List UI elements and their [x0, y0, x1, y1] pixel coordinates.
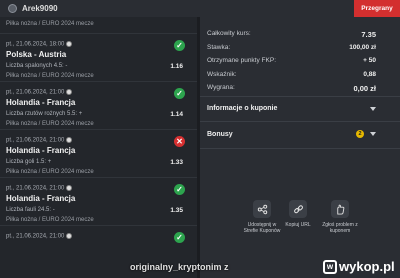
won-icon: ✓	[174, 88, 185, 99]
summary-label: Wygrana:	[207, 84, 235, 91]
bet-date: pt., 21.06.2024, 21:00	[6, 233, 73, 240]
summary-label: Wskaźnik:	[207, 71, 237, 78]
divider	[200, 96, 400, 97]
username: Arek9090	[22, 4, 58, 13]
action-label: Udostępnij w Strefie Kuponów	[243, 222, 281, 235]
wykop-icon: w	[323, 259, 337, 274]
bet-league: Piłka nożna / EURO 2024 mecze	[6, 169, 94, 175]
bet-market: Liczba rzutów rożnych 5.5: +	[6, 111, 83, 117]
bet-item[interactable]: pt., 21.06.2024, 21:00 Holandia - Francj…	[0, 130, 197, 178]
bet-list[interactable]: Piłka nożna / EURO 2024 mecze pt., 21.06…	[0, 17, 197, 278]
summary-row: Całkowity kurs: 7.35	[207, 30, 376, 39]
summary-value: 0,00 zł	[353, 84, 376, 93]
bet-item[interactable]: pt., 21.06.2024, 21:00 Holandia - Francj…	[0, 178, 197, 226]
summary-value: 100,00 zł	[349, 44, 376, 51]
bet-date: pt., 21.06.2024, 21:00	[6, 185, 73, 192]
report-problem-button[interactable]: Zgłoś problem z kuponem	[320, 200, 360, 235]
summary-row: Wygrana: 0,00 zł	[207, 84, 376, 93]
chevron-down-icon	[370, 106, 376, 111]
football-icon	[66, 137, 73, 143]
summary-value: 7.35	[361, 30, 376, 39]
status-badge: Przegrany	[354, 0, 400, 17]
copy-url-button[interactable]: Kopiuj URL	[278, 200, 318, 228]
bet-date: pt., 21.06.2024, 21:00	[6, 137, 73, 144]
user-header: Arek9090	[0, 0, 200, 17]
divider	[200, 121, 400, 122]
wykop-site: wykop.pl	[339, 259, 395, 274]
bet-match: Holandia - Francja	[6, 146, 76, 155]
football-icon	[66, 233, 73, 239]
bonus-count-badge: 2	[356, 130, 364, 138]
bet-odd: 1.14	[170, 111, 183, 118]
coupon-info-toggle[interactable]: Informacje o kuponie	[207, 105, 376, 112]
summary-row: Otrzymane punkty FKP: + 50	[207, 57, 376, 64]
section-title: Informacje o kuponie	[207, 105, 278, 112]
bet-league: Piłka nożna / EURO 2024 mecze	[6, 217, 94, 223]
bet-date: pt., 21.06.2024, 18:00	[6, 41, 73, 48]
summary-row: Wskaźnik: 0,88	[207, 71, 376, 78]
wykop-logo: w wykop.pl	[323, 259, 395, 274]
chevron-down-icon	[370, 132, 376, 136]
bet-market: Liczba fauli 24.5: -	[6, 207, 55, 213]
bet-match: Holandia - Francja	[6, 98, 76, 107]
lost-icon: ✕	[174, 136, 185, 147]
coupon-summary-panel: Przegrany Całkowity kurs: 7.35 Stawka: 1…	[200, 0, 400, 278]
summary-value: + 50	[363, 57, 376, 64]
bet-league: Piłka nożna / EURO 2024 mecze	[6, 21, 94, 27]
bet-date: pt., 21.06.2024, 21:00	[6, 89, 73, 96]
report-icon	[331, 200, 349, 218]
section-title: Bonusy	[207, 130, 233, 138]
summary-value: 0,88	[363, 71, 376, 78]
bet-odd: 1.33	[170, 159, 183, 166]
summary-label: Otrzymane punkty FKP:	[207, 57, 276, 64]
bet-item[interactable]: pt., 21.06.2024, 18:00 Polska - Austria …	[0, 34, 197, 82]
bet-odd: 1.16	[170, 63, 183, 70]
bet-league: Piłka nożna / EURO 2024 mecze	[6, 73, 94, 79]
won-icon: ✓	[174, 232, 185, 243]
bet-item[interactable]: Piłka nożna / EURO 2024 mecze	[0, 17, 197, 34]
avatar-icon	[8, 4, 17, 13]
summary-row: Stawka: 100,00 zł	[207, 44, 376, 51]
action-label: Zgłoś problem z kuponem	[322, 222, 358, 235]
football-icon	[66, 185, 73, 191]
bonuses-toggle[interactable]: Bonusy 2	[207, 130, 376, 138]
bet-market: Liczba goli 1.5: +	[6, 159, 52, 165]
bet-item[interactable]: pt., 21.06.2024, 21:00 Holandia - Francj…	[0, 82, 197, 130]
won-icon: ✓	[174, 40, 185, 51]
link-icon	[289, 200, 307, 218]
divider	[200, 148, 400, 149]
share-icon	[253, 200, 271, 218]
action-label: Kopiuj URL	[285, 222, 311, 228]
bet-match: Holandia - Francja	[6, 194, 76, 203]
won-icon: ✓	[174, 184, 185, 195]
football-icon	[66, 41, 73, 47]
football-icon	[66, 89, 73, 95]
share-button[interactable]: Udostępnij w Strefie Kuponów	[242, 200, 282, 235]
bet-league: Piłka nożna / EURO 2024 mecze	[6, 121, 94, 127]
watermark-text: originalny_kryptonim z	[130, 262, 229, 272]
bet-odd: 1.35	[170, 207, 183, 214]
bet-market: Liczba spalonych 4.5: -	[6, 63, 68, 69]
bet-match: Polska - Austria	[6, 50, 67, 59]
summary-label: Stawka:	[207, 44, 231, 51]
summary-label: Całkowity kurs:	[207, 30, 251, 37]
